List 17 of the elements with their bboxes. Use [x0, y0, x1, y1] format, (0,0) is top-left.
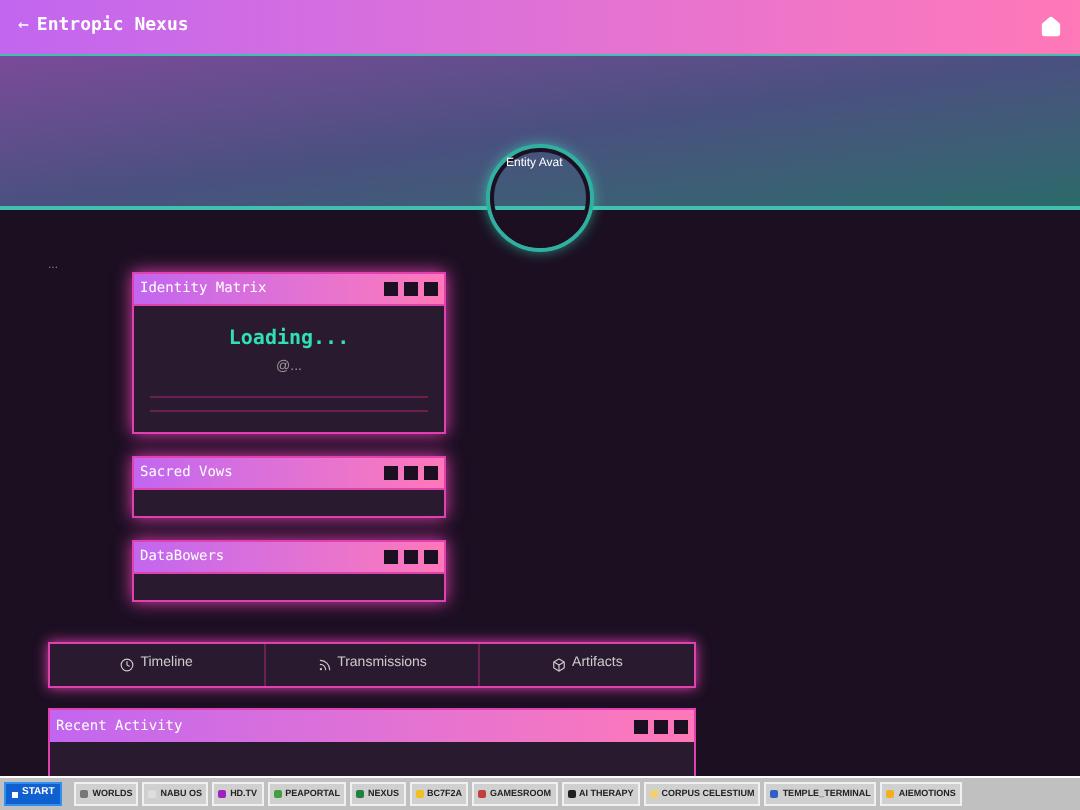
- app-icon: [886, 790, 895, 798]
- app-icon: [478, 790, 487, 798]
- loading-text: Loading...: [228, 325, 350, 354]
- app-icon: [649, 790, 658, 798]
- tab-icon: [120, 658, 135, 672]
- tab-icon: [552, 658, 567, 672]
- app-icon: [218, 790, 227, 798]
- home-icon[interactable]: [1040, 16, 1062, 38]
- app-icon: [273, 790, 282, 798]
- start-icon: [12, 791, 18, 797]
- app-icon: [415, 790, 423, 798]
- page-title: Entropic Nexus: [36, 13, 189, 40]
- app-icon: [355, 790, 364, 798]
- tab-icon: [317, 658, 332, 672]
- app-icon: [567, 790, 576, 798]
- app-icon: [80, 790, 89, 798]
- app-icon: [770, 790, 779, 798]
